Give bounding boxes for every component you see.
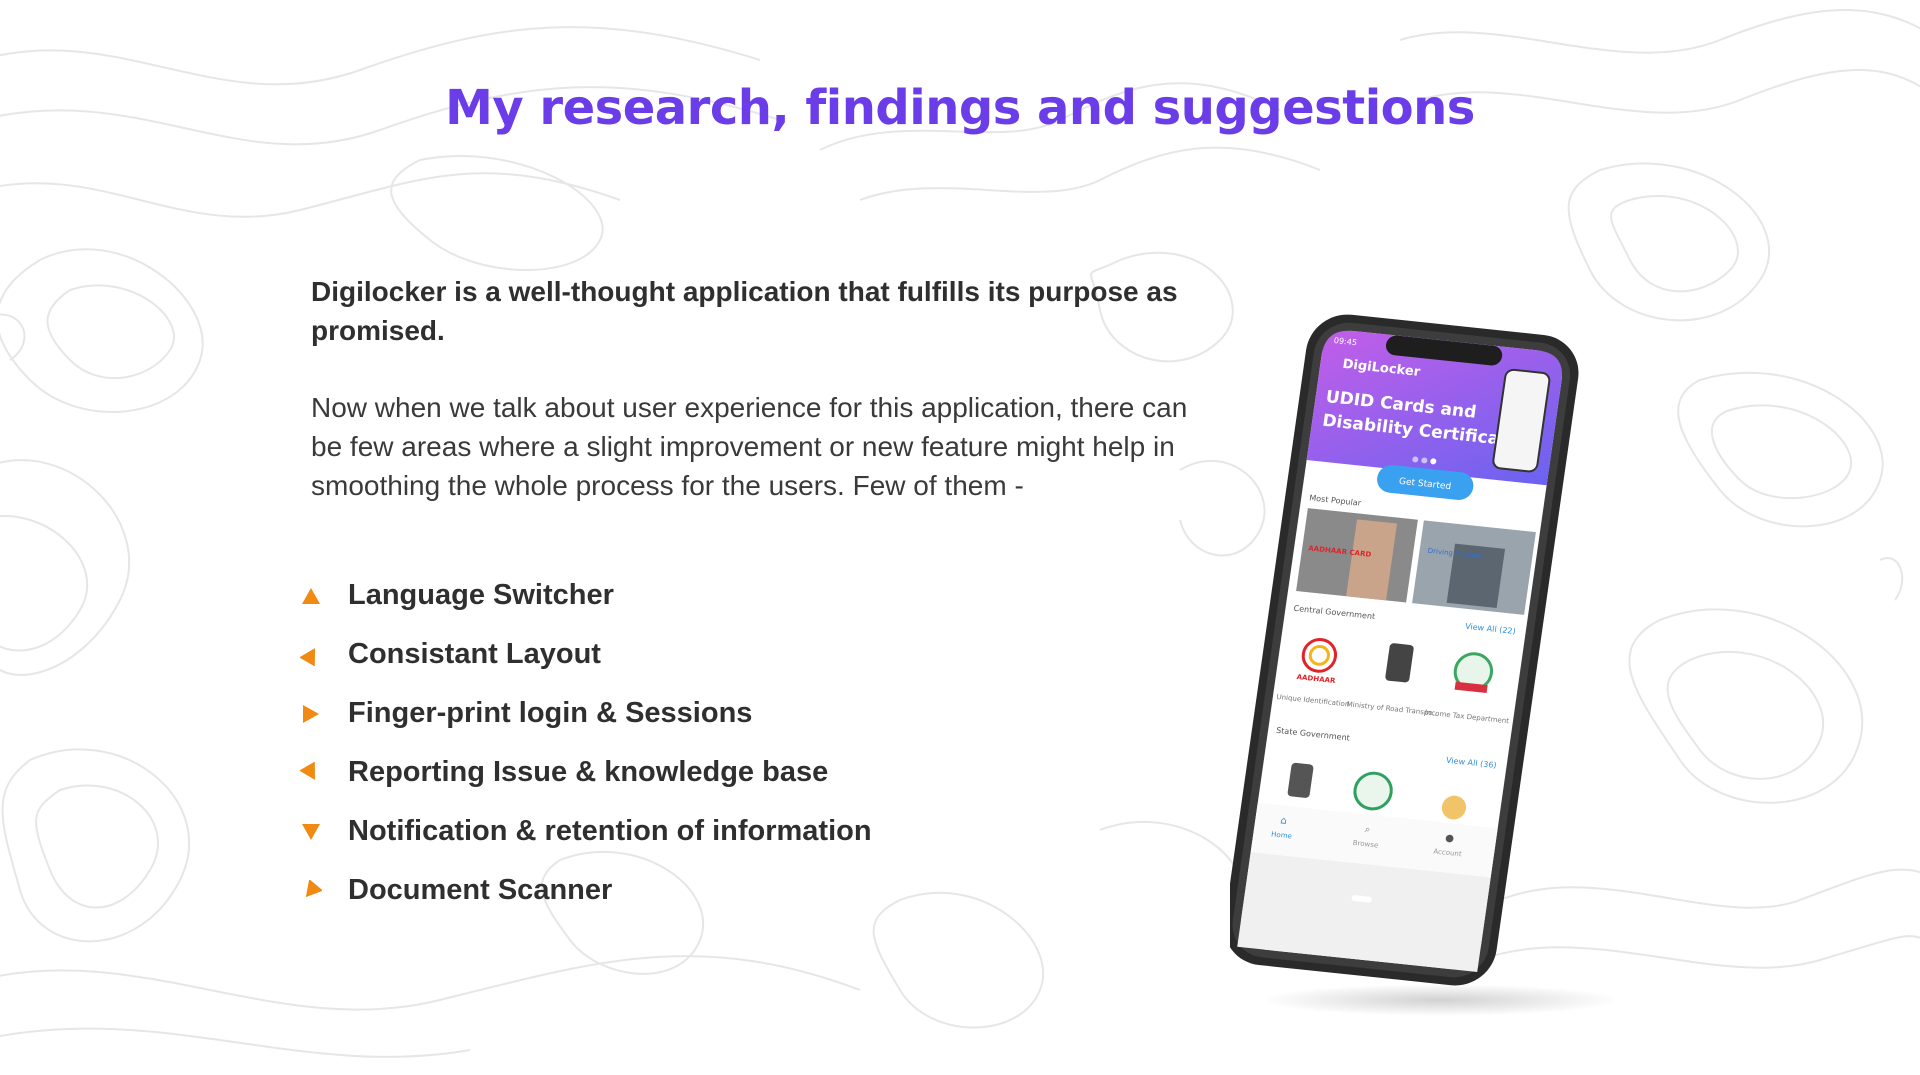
triangle-downright-icon <box>300 761 322 784</box>
list-item: Consistant Layout <box>300 625 1060 684</box>
list-item-label: Notification & retention of information <box>348 815 872 847</box>
triangle-downleft-icon <box>300 879 322 902</box>
page-title: My research, findings and suggestions <box>445 80 1475 136</box>
list-item: Reporting Issue & knowledge base <box>300 743 1060 802</box>
list-item-label: Reporting Issue & knowledge base <box>348 756 829 788</box>
list-item-label: Finger-print login & Sessions <box>348 697 753 729</box>
list-item: Language Switcher <box>300 566 1060 625</box>
list-item: Notification & retention of information <box>300 802 1060 861</box>
triangle-down-icon <box>300 821 322 843</box>
list-item: Document Scanner <box>300 861 1060 920</box>
list-item-label: Document Scanner <box>348 874 613 906</box>
intro-paragraph: Now when we talk about user experience f… <box>311 392 1188 501</box>
phone-illustration: 09:45 DigiLocker UDID Cards and Disabili… <box>1224 314 1620 1016</box>
phone-mockup: 09:45 DigiLocker UDID Cards and Disabili… <box>1224 300 1630 1020</box>
list-item: Finger-print login & Sessions <box>300 684 1060 743</box>
triangle-right-icon <box>300 703 322 725</box>
triangle-upright-icon <box>300 644 322 666</box>
account-icon[interactable]: ● <box>1444 833 1455 845</box>
triangle-up-icon <box>300 585 322 607</box>
list-item-label: Language Switcher <box>348 579 614 611</box>
list-item-label: Consistant Layout <box>348 638 601 670</box>
suggestion-list: Language Switcher Consistant Layout Fing… <box>300 566 1060 920</box>
state-emblem-icon <box>1287 762 1314 798</box>
intro-statement: Digilocker is a well-thought application… <box>311 276 1178 346</box>
